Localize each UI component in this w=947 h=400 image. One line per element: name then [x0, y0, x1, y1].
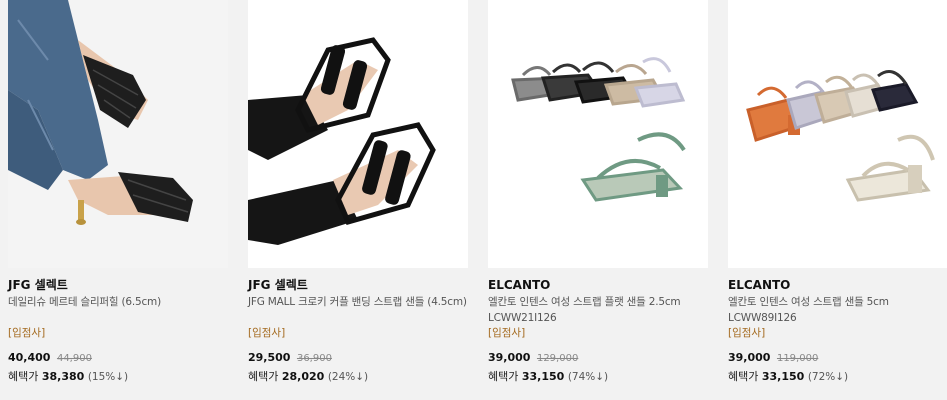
product-grid: JFG 셀렉트 데일리슈 메르테 슬리퍼힐 (6.5cm) [입점사] 40,4… — [0, 0, 947, 400]
benefit-price: 28,020 — [281, 370, 325, 383]
product-name[interactable]: 엘칸토 인텐스 여성 스트랩 플랫 샌들 2.5cm LCWW21I126 — [488, 294, 718, 326]
woven-mule-sandal-photo — [8, 0, 228, 268]
product-image[interactable] — [728, 0, 947, 268]
block-heel-strap-sandal-lineup-photo — [728, 0, 947, 268]
store-tag: [입점사] — [8, 327, 46, 339]
discount-rate: (74%↓) — [567, 371, 609, 383]
price-row: 29,500 36,900 — [248, 351, 478, 365]
benefit-row: 혜택가 33,150 (72%↓) — [728, 370, 947, 384]
product-info: JFG 셀렉트 JFG MALL 크로키 커플 밴딩 스트랩 샌들 (4.5cm… — [248, 278, 478, 384]
product-name[interactable]: 데일리슈 메르테 슬리퍼힐 (6.5cm) — [8, 294, 238, 326]
benefit-row: 혜택가 38,380 (15%↓) — [8, 370, 238, 384]
original-price: 119,000 — [776, 353, 819, 364]
product-info: ELCANTO 엘칸토 인텐스 여성 스트랩 샌들 5cm LCWW89I126… — [728, 278, 947, 384]
product-info: ELCANTO 엘칸토 인텐스 여성 스트랩 플랫 샌들 2.5cm LCWW2… — [488, 278, 718, 384]
product-image[interactable] — [8, 0, 228, 268]
store-tag: [입점사] — [248, 327, 286, 339]
price-row: 40,400 44,900 — [8, 351, 238, 365]
product-brand[interactable]: ELCANTO — [728, 278, 947, 293]
product-card[interactable]: JFG 셀렉트 데일리슈 메르테 슬리퍼힐 (6.5cm) [입점사] 40,4… — [8, 0, 228, 400]
benefit-label: 혜택가 — [248, 370, 279, 383]
product-image[interactable] — [248, 0, 468, 268]
discount-rate: (72%↓) — [807, 371, 849, 383]
benefit-price: 33,150 — [761, 370, 805, 383]
product-brand[interactable]: ELCANTO — [488, 278, 718, 293]
product-brand[interactable]: JFG 셀렉트 — [248, 278, 478, 293]
banding-strap-sandal-photo — [248, 0, 468, 268]
benefit-label: 혜택가 — [488, 370, 519, 383]
benefit-row: 혜택가 28,020 (24%↓) — [248, 370, 478, 384]
benefit-row: 혜택가 33,150 (74%↓) — [488, 370, 718, 384]
price-row: 39,000 119,000 — [728, 351, 947, 365]
original-price: 129,000 — [536, 353, 579, 364]
sale-price: 39,000 — [488, 351, 531, 364]
original-price: 44,900 — [56, 353, 92, 364]
store-tag: [입점사] — [728, 327, 766, 339]
sale-price: 40,400 — [8, 351, 51, 364]
benefit-price: 38,380 — [41, 370, 85, 383]
product-card[interactable]: ELCANTO 엘칸토 인텐스 여성 스트랩 샌들 5cm LCWW89I126… — [728, 0, 947, 400]
benefit-label: 혜택가 — [728, 370, 759, 383]
price-row: 39,000 129,000 — [488, 351, 718, 365]
product-brand[interactable]: JFG 셀렉트 — [8, 278, 238, 293]
store-tag: [입점사] — [488, 327, 526, 339]
discount-rate: (24%↓) — [327, 371, 369, 383]
product-name[interactable]: JFG MALL 크로키 커플 밴딩 스트랩 샌들 (4.5cm) — [248, 294, 478, 326]
product-info: JFG 셀렉트 데일리슈 메르테 슬리퍼힐 (6.5cm) [입점사] 40,4… — [8, 278, 238, 384]
discount-rate: (15%↓) — [87, 371, 129, 383]
flat-strap-sandal-lineup-photo — [488, 0, 708, 268]
product-card[interactable]: JFG 셀렉트 JFG MALL 크로키 커플 밴딩 스트랩 샌들 (4.5cm… — [248, 0, 468, 400]
benefit-label: 혜택가 — [8, 370, 39, 383]
benefit-price: 33,150 — [521, 370, 565, 383]
sale-price: 39,000 — [728, 351, 771, 364]
sale-price: 29,500 — [248, 351, 291, 364]
original-price: 36,900 — [296, 353, 332, 364]
product-name[interactable]: 엘칸토 인텐스 여성 스트랩 샌들 5cm LCWW89I126 — [728, 294, 947, 326]
product-image[interactable] — [488, 0, 708, 268]
product-card[interactable]: ELCANTO 엘칸토 인텐스 여성 스트랩 플랫 샌들 2.5cm LCWW2… — [488, 0, 708, 400]
